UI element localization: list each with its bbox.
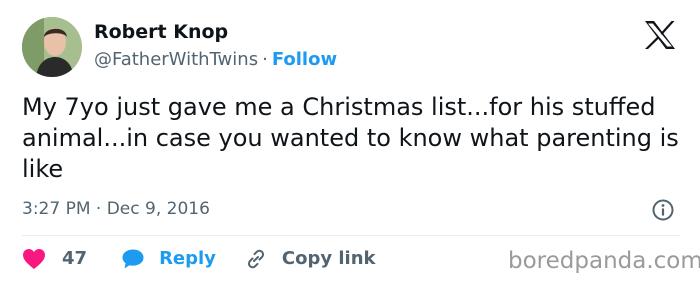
like-button[interactable]: 47 — [22, 244, 121, 274]
author-name[interactable]: Robert Knop — [94, 20, 228, 44]
author-handle[interactable]: @FatherWithTwins — [94, 49, 258, 70]
tweet-timestamp[interactable]: 3:27 PM · Dec 9, 2016 — [22, 197, 210, 221]
divider — [22, 235, 680, 236]
copy-link-button[interactable]: Copy link — [244, 244, 376, 274]
tweet-text: My 7yo just gave me a Christmas list...f… — [22, 93, 679, 183]
copy-link-label: Copy link — [281, 248, 376, 269]
info-icon[interactable] — [651, 198, 675, 222]
action-bar: 47 Reply Copy link — [22, 244, 376, 274]
watermark: boredpanda.com — [508, 248, 700, 274]
heart-icon — [22, 248, 46, 270]
follow-button[interactable]: Follow — [272, 49, 337, 70]
reply-button[interactable]: Reply — [121, 244, 244, 274]
author-handle-row: @FatherWithTwins · Follow — [94, 48, 337, 72]
separator-dot: · — [262, 49, 268, 70]
link-icon — [244, 247, 268, 271]
x-logo-icon[interactable] — [643, 20, 677, 50]
reply-label: Reply — [159, 248, 216, 269]
like-count: 47 — [62, 248, 88, 269]
avatar[interactable] — [22, 17, 82, 77]
speech-bubble-icon — [121, 248, 145, 270]
